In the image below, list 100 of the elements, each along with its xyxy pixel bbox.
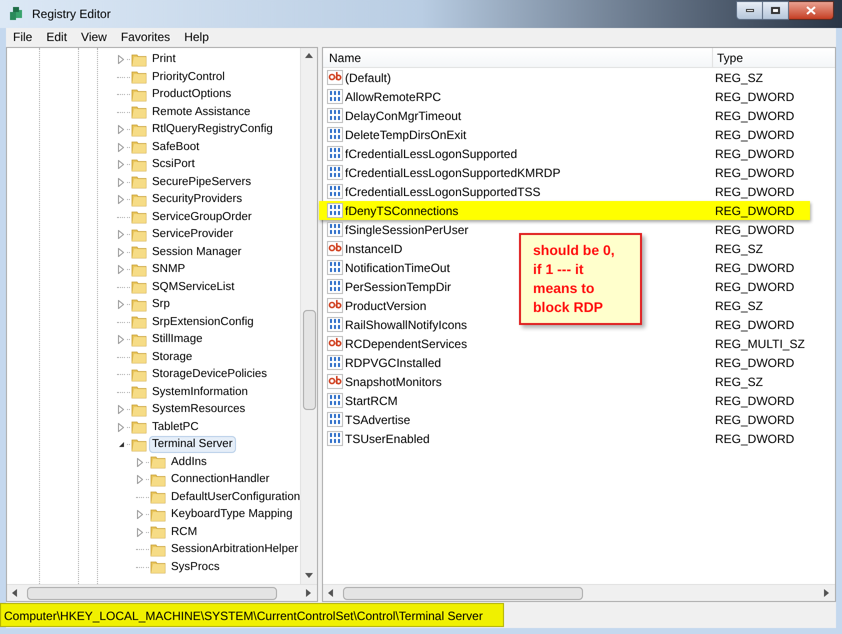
value-name[interactable]: SnapshotMonitors bbox=[345, 372, 442, 390]
menu-item[interactable]: File bbox=[6, 28, 40, 46]
value-name[interactable]: fCredentialLessLogonSupported bbox=[345, 144, 518, 162]
value-type: REG_DWORD bbox=[715, 412, 794, 428]
value-name[interactable]: InstanceID bbox=[345, 240, 402, 258]
column-header[interactable]: Type bbox=[713, 48, 835, 67]
expand-arrow-icon[interactable] bbox=[118, 160, 124, 170]
menu-item[interactable]: Edit bbox=[39, 28, 74, 46]
expand-arrow-icon[interactable] bbox=[118, 195, 124, 204]
expand-arrow-icon[interactable] bbox=[118, 265, 124, 274]
value-name[interactable]: ProductVersion bbox=[345, 296, 426, 314]
tree-item[interactable]: ScsiPort bbox=[149, 156, 198, 174]
value-name[interactable]: fDenyTSConnections bbox=[345, 202, 458, 220]
column-header[interactable]: Name bbox=[323, 48, 713, 67]
expand-arrow-icon[interactable] bbox=[137, 510, 143, 520]
scroll-right-arrow-icon[interactable] bbox=[823, 589, 831, 597]
tree-item[interactable]: Storage bbox=[149, 348, 196, 366]
expand-arrow-icon[interactable] bbox=[137, 458, 143, 467]
value-name[interactable]: RailShowallNotifyIcons bbox=[345, 316, 468, 334]
tree-item[interactable]: SystemResources bbox=[149, 401, 248, 418]
tree-item[interactable]: SecurityProviders bbox=[149, 191, 246, 208]
value-name[interactable]: DeleteTempDirsOnExit bbox=[345, 126, 466, 144]
tree-item[interactable]: Srp bbox=[149, 296, 173, 314]
tree-item[interactable]: AddIns bbox=[168, 454, 210, 471]
tree-item[interactable]: ProductOptions bbox=[149, 86, 234, 104]
tree-item[interactable]: ServiceGroupOrder bbox=[149, 208, 255, 226]
tree-item[interactable]: SessionArbitrationHelper bbox=[168, 541, 300, 558]
value-name[interactable]: TSUserEnabled bbox=[345, 430, 430, 448]
scroll-right-arrow-icon[interactable] bbox=[305, 589, 313, 597]
scroll-thumb[interactable] bbox=[302, 310, 316, 410]
folder-icon bbox=[131, 158, 147, 172]
horizontal-scrollbar[interactable] bbox=[7, 584, 317, 601]
tree-item[interactable]: DefaultUserConfiguration bbox=[168, 488, 300, 506]
tree-item[interactable]: StorageDevicePolicies bbox=[149, 366, 270, 384]
tree-item[interactable]: Print bbox=[149, 51, 179, 68]
expand-arrow-icon[interactable] bbox=[118, 335, 124, 344]
minimize-button[interactable] bbox=[736, 0, 763, 20]
value-name[interactable]: (Default) bbox=[345, 68, 392, 86]
tree-item[interactable]: ConnectionHandler bbox=[168, 471, 272, 488]
menu-item[interactable]: Favorites bbox=[114, 28, 178, 46]
value-name[interactable]: StartRCM bbox=[345, 392, 398, 410]
expand-arrow-icon[interactable] bbox=[137, 475, 143, 484]
menu-item[interactable]: View bbox=[74, 28, 114, 46]
expand-arrow-icon[interactable] bbox=[118, 248, 124, 257]
menu-item[interactable]: Help bbox=[177, 28, 216, 46]
expand-arrow-icon[interactable] bbox=[118, 55, 124, 64]
folder-icon bbox=[150, 542, 166, 557]
tree-item[interactable]: Remote Assistance bbox=[149, 104, 254, 121]
tree-item[interactable]: SQMServiceList bbox=[149, 278, 238, 296]
tree-item[interactable]: SafeBoot bbox=[149, 138, 202, 156]
scroll-left-arrow-icon[interactable] bbox=[327, 589, 335, 597]
scroll-thumb[interactable] bbox=[343, 586, 583, 600]
value-name[interactable]: fSingleSessionPerUser bbox=[345, 220, 468, 238]
tree-item[interactable]: SecurePipeServers bbox=[149, 174, 254, 191]
expand-arrow-icon[interactable] bbox=[118, 142, 124, 152]
tree-item[interactable]: ServiceProvider bbox=[149, 226, 236, 244]
value-name[interactable]: fCredentialLessLogonSupportedTSS bbox=[345, 182, 540, 200]
expand-arrow-icon[interactable] bbox=[137, 528, 143, 537]
scroll-down-arrow-icon[interactable] bbox=[305, 572, 313, 580]
scroll-thumb[interactable] bbox=[27, 586, 277, 600]
tree-item[interactable]: SrpExtensionConfig bbox=[149, 314, 257, 331]
tree-item[interactable]: KeyboardType Mapping bbox=[168, 506, 296, 524]
horizontal-scrollbar[interactable] bbox=[323, 584, 835, 601]
expand-arrow-icon[interactable] bbox=[118, 125, 124, 134]
collapse-arrow-icon[interactable] bbox=[118, 441, 124, 448]
value-name[interactable]: NotificationTimeOut bbox=[345, 258, 450, 276]
value-name[interactable]: DelayConMgrTimeout bbox=[345, 106, 462, 124]
tree-item[interactable]: SystemInformation bbox=[149, 384, 251, 401]
value-name[interactable]: RCDependentServices bbox=[345, 334, 468, 352]
expand-arrow-icon[interactable] bbox=[118, 178, 124, 187]
tree-item[interactable]: RtlQueryRegistryConfig bbox=[149, 121, 276, 138]
folder-icon bbox=[131, 52, 147, 67]
tree-item[interactable]: TabletPC bbox=[149, 418, 202, 436]
expand-arrow-icon[interactable] bbox=[118, 230, 124, 240]
window-title: Registry Editor bbox=[32, 6, 111, 23]
close-button[interactable] bbox=[789, 0, 834, 20]
scroll-left-arrow-icon[interactable] bbox=[11, 589, 19, 597]
tree-item[interactable]: SNMP bbox=[149, 261, 188, 278]
tree-item[interactable]: RCM bbox=[168, 524, 200, 541]
folder-icon bbox=[131, 350, 147, 364]
value-name[interactable]: RDPVGCInstalled bbox=[345, 354, 442, 372]
value-name[interactable]: AllowRemoteRPC bbox=[345, 88, 442, 106]
vertical-scrollbar[interactable] bbox=[300, 48, 317, 584]
value-type: REG_DWORD bbox=[715, 316, 794, 334]
tree-item[interactable]: Terminal Server bbox=[149, 436, 236, 454]
tree-item[interactable]: Session Manager bbox=[149, 244, 244, 261]
value-type: REG_DWORD bbox=[715, 164, 794, 182]
tree-item[interactable]: StillImage bbox=[149, 331, 206, 348]
folder-icon bbox=[131, 245, 147, 260]
expand-arrow-icon[interactable] bbox=[118, 405, 124, 414]
expand-arrow-icon[interactable] bbox=[118, 300, 124, 310]
expand-arrow-icon[interactable] bbox=[118, 422, 124, 432]
value-type: REG_DWORD bbox=[715, 354, 794, 372]
value-name[interactable]: PerSessionTempDir bbox=[345, 278, 452, 296]
tree-item[interactable]: PriorityControl bbox=[149, 68, 228, 86]
tree-item[interactable]: SysProcs bbox=[168, 558, 223, 576]
value-name[interactable]: fCredentialLessLogonSupportedKMRDP bbox=[345, 164, 560, 182]
maximize-button[interactable] bbox=[763, 0, 789, 20]
scroll-up-arrow-icon[interactable] bbox=[305, 52, 313, 60]
value-name[interactable]: TSAdvertise bbox=[345, 410, 410, 428]
